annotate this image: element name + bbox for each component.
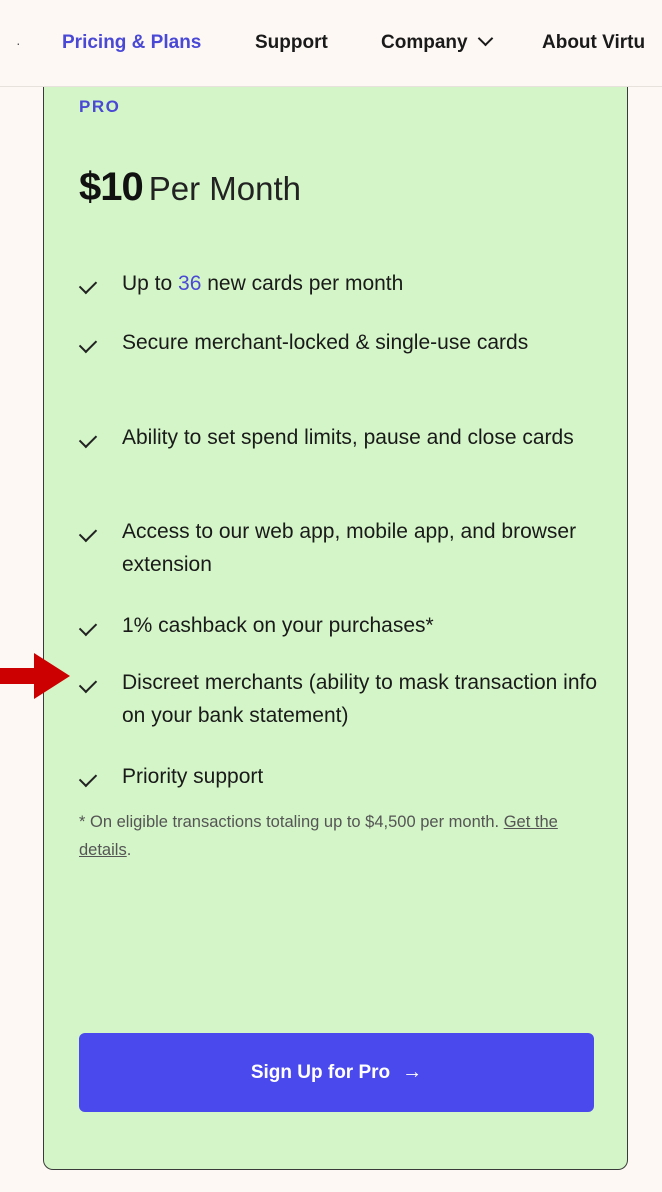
chevron-down-icon bbox=[477, 30, 493, 47]
feature-text-prefix: Up to bbox=[122, 272, 179, 295]
price-amount: $10 bbox=[79, 165, 144, 209]
feature-text: Access to our web app, mobile app, and b… bbox=[122, 520, 577, 576]
footnote-text: * On eligible transactions totaling up t… bbox=[79, 813, 504, 831]
check-icon bbox=[78, 523, 98, 543]
top-navigation: · Pricing & Plans Support Company About … bbox=[0, 0, 662, 87]
card-count-highlight: 36 bbox=[178, 272, 202, 295]
feature-text-suffix: new cards per month bbox=[201, 272, 404, 295]
feature-text: Ability to set spend limits, pause and c… bbox=[122, 426, 574, 449]
feature-text: Secure merchant-locked & single-use card… bbox=[122, 331, 529, 354]
feature-text: Priority support bbox=[122, 765, 264, 788]
red-arrow-pointer-icon bbox=[0, 653, 70, 699]
arrow-right-icon: → bbox=[402, 1061, 423, 1083]
plan-price: $10 Per Month bbox=[79, 165, 301, 210]
check-icon bbox=[78, 275, 98, 295]
feature-text: Up to 36 new cards per month bbox=[122, 267, 602, 300]
nav-item-support[interactable]: Support bbox=[255, 32, 328, 54]
nav-item-pricing[interactable]: Pricing & Plans bbox=[62, 32, 201, 54]
feature-text: Discreet merchants (ability to mask tran… bbox=[122, 671, 598, 727]
check-icon bbox=[78, 674, 98, 694]
plan-tier-label: PRO bbox=[79, 97, 121, 116]
nav-item-about[interactable]: About Virtu bbox=[542, 32, 645, 54]
footnote: * On eligible transactions totaling up t… bbox=[79, 808, 599, 864]
nav-item-company-label: Company bbox=[381, 32, 468, 53]
check-icon bbox=[78, 429, 98, 449]
nav-overflow-dot-icon: · bbox=[16, 35, 21, 51]
check-icon bbox=[78, 334, 98, 354]
price-period: Per Month bbox=[148, 170, 301, 207]
pro-plan-card: PRO $10 Per Month Up to 36 new cards per … bbox=[43, 87, 628, 1170]
nav-item-company[interactable]: Company bbox=[381, 30, 493, 54]
feature-text: 1% cashback on your purchases* bbox=[122, 614, 434, 637]
check-icon bbox=[78, 617, 98, 637]
footnote-end: . bbox=[126, 841, 132, 859]
check-icon bbox=[78, 768, 98, 788]
sign-up-pro-label: Sign Up for Pro bbox=[250, 1061, 391, 1083]
sign-up-pro-button[interactable]: Sign Up for Pro → bbox=[79, 1033, 594, 1112]
